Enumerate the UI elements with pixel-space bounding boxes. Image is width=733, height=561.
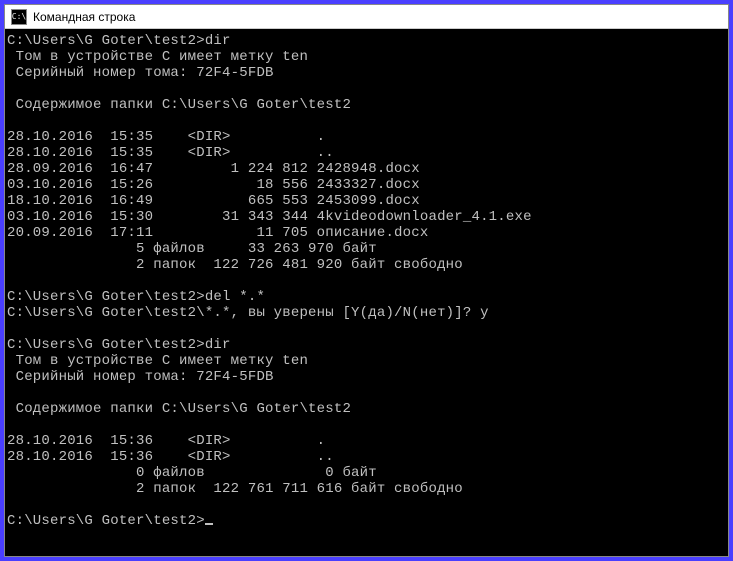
line: C:\Users\G Goter\test2>dir bbox=[7, 337, 231, 353]
prompt-line: C:\Users\G Goter\test2> bbox=[7, 513, 205, 529]
line: C:\Users\G Goter\test2>del *.* bbox=[7, 289, 265, 305]
line: Серийный номер тома: 72F4-5FDB bbox=[7, 369, 274, 385]
line: 28.10.2016 15:36 <DIR> .. bbox=[7, 449, 334, 465]
line: Том в устройстве C имеет метку ten bbox=[7, 353, 308, 369]
line: 2 папок 122 761 711 616 байт свободно bbox=[7, 481, 463, 497]
line: 20.09.2016 17:11 11 705 описание.docx bbox=[7, 225, 428, 241]
line: Серийный номер тома: 72F4-5FDB bbox=[7, 65, 274, 81]
terminal-output[interactable]: C:\Users\G Goter\test2>dir Том в устройс… bbox=[5, 29, 728, 556]
line: 0 файлов 0 байт bbox=[7, 465, 377, 481]
line: 28.10.2016 15:35 <DIR> . bbox=[7, 129, 325, 145]
line: 28.09.2016 16:47 1 224 812 2428948.docx bbox=[7, 161, 420, 177]
command-prompt-window: C:\ Командная строка C:\Users\G Goter\te… bbox=[4, 4, 729, 557]
titlebar[interactable]: C:\ Командная строка bbox=[5, 5, 728, 29]
line: Содержимое папки C:\Users\G Goter\test2 bbox=[7, 97, 351, 113]
line: 18.10.2016 16:49 665 553 2453099.docx bbox=[7, 193, 420, 209]
line: 28.10.2016 15:35 <DIR> .. bbox=[7, 145, 334, 161]
line: 28.10.2016 15:36 <DIR> . bbox=[7, 433, 325, 449]
line: 5 файлов 33 263 970 байт bbox=[7, 241, 377, 257]
cursor bbox=[205, 523, 213, 525]
window-title: Командная строка bbox=[33, 10, 135, 24]
cmd-icon: C:\ bbox=[11, 9, 27, 25]
line: 03.10.2016 15:26 18 556 2433327.docx bbox=[7, 177, 420, 193]
line: Том в устройстве C имеет метку ten bbox=[7, 49, 308, 65]
line: C:\Users\G Goter\test2\*.*, вы уверены [… bbox=[7, 305, 489, 321]
line: 03.10.2016 15:30 31 343 344 4kvideodownl… bbox=[7, 209, 532, 225]
line: Содержимое папки C:\Users\G Goter\test2 bbox=[7, 401, 351, 417]
line: 2 папок 122 726 481 920 байт свободно bbox=[7, 257, 463, 273]
line: C:\Users\G Goter\test2>dir bbox=[7, 33, 231, 49]
